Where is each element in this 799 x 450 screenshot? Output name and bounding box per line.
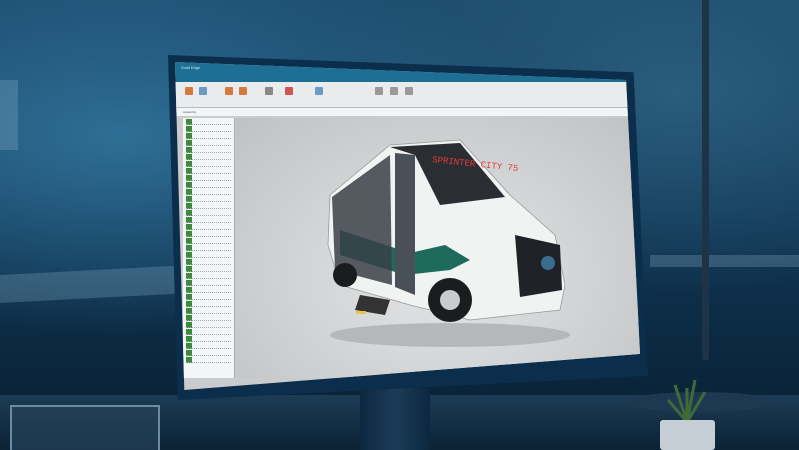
pen-holder — [10, 405, 160, 450]
ribbon-toolbar[interactable] — [175, 82, 640, 108]
background-office: Solid Edge Assembly SPRINTER CITY 75 — [0, 0, 799, 450]
background-light-beam — [0, 265, 190, 303]
background-panel — [0, 80, 18, 150]
plant-icon — [666, 380, 707, 422]
active-tab[interactable]: Assembly — [183, 110, 196, 114]
monitor-screen: Solid Edge Assembly SPRINTER CITY 75 — [175, 62, 640, 390]
background-shelf — [650, 255, 799, 267]
plant-pot — [660, 420, 715, 450]
command-bar: Assembly — [175, 108, 640, 116]
assembly-tree[interactable] — [183, 118, 235, 378]
3d-viewport[interactable]: SPRINTER CITY 75 — [236, 118, 640, 378]
app-title: Solid Edge — [181, 65, 201, 70]
bus-model: SPRINTER CITY 75 — [327, 139, 570, 347]
mic-arm — [702, 0, 709, 360]
monitor-stand — [360, 388, 430, 450]
